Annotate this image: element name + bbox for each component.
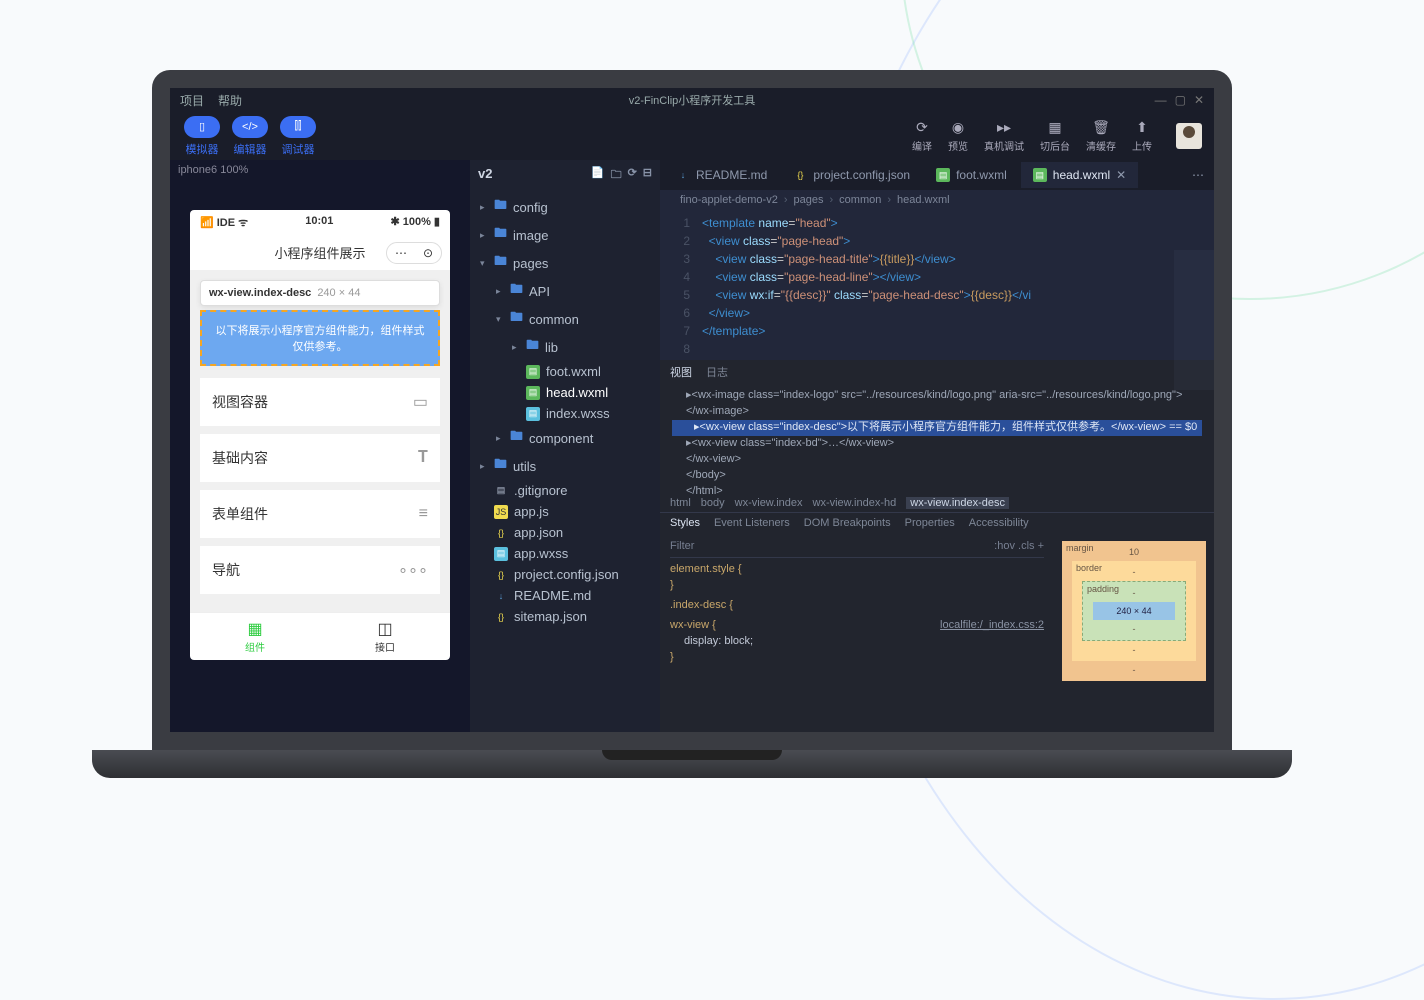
close-tab-icon[interactable]: ✕ — [1116, 168, 1126, 182]
device-indicator[interactable]: iphone6 100% — [170, 160, 470, 180]
selected-element-overlay[interactable]: 以下将展示小程序官方组件能力，组件样式仅供参考。 — [200, 310, 440, 366]
styles-pane[interactable]: Filter :hov .cls + element.style {}.inde… — [660, 533, 1054, 732]
upload-button[interactable]: ⬆上传 — [1132, 119, 1152, 153]
file-node[interactable]: ▤app.wxss — [470, 543, 660, 564]
folder-node[interactable]: ▸🖿config — [470, 193, 660, 221]
file-node[interactable]: JSapp.js — [470, 501, 660, 522]
capsule-buttons[interactable]: ⋯⊙ — [386, 242, 442, 264]
remote-debug-button[interactable]: ▸▸真机调试 — [984, 119, 1024, 153]
simulator-panel: iphone6 100% 📶 IDE ᯤ 10:01 ✱ 100% ▮ 小程序组… — [170, 160, 470, 732]
folder-node[interactable]: ▸🖿image — [470, 221, 660, 249]
subtab[interactable]: Styles — [670, 517, 700, 529]
file-node[interactable]: ▤head.wxml — [470, 382, 660, 403]
editor-toggle[interactable]: </> — [232, 116, 268, 138]
subtab[interactable]: Properties — [905, 517, 955, 529]
phone-tabbar: ▦组件 ◫接口 — [190, 612, 450, 660]
file-node[interactable]: {}project.config.json — [470, 564, 660, 585]
preview-button[interactable]: ◉预览 — [948, 119, 968, 153]
phone-statusbar: 📶 IDE ᯤ 10:01 ✱ 100% ▮ — [190, 210, 450, 235]
editor-panel: ↓README.md{}project.config.json▤foot.wxm… — [660, 160, 1214, 732]
menu-project[interactable]: 项目 — [180, 92, 204, 109]
menubar: 项目 帮助 v2-FinClip小程序开发工具 — ▢ ✕ — [170, 88, 1214, 112]
new-file-icon[interactable]: 📄 — [591, 166, 605, 185]
right-tools: ⟳编译 ◉预览 ▸▸真机调试 ▦切后台 🗑清缓存 ⬆上传 — [912, 119, 1202, 153]
more-icon[interactable]: ⋯ — [387, 243, 415, 263]
box-model: margin10 border- padding- 240 × 44 - - - — [1054, 533, 1214, 732]
tab-overflow-icon[interactable]: ⋯ — [1182, 168, 1214, 182]
file-explorer: v2 📄 🗀 ⟳ ⊟ ▸🖿config▸🖿image▾🖿pages▸🖿API▾🖿… — [470, 160, 660, 732]
new-folder-icon[interactable]: 🗀 — [611, 166, 622, 185]
toolbar: ▯ 模拟器 </> 编辑器 ⫿⫿ 调试器 ⟳编译 ◉预览 ▸▸真机调试 ▦切后台… — [170, 112, 1214, 160]
styles-filter-tools[interactable]: :hov .cls + — [994, 539, 1044, 555]
folder-node[interactable]: ▸🖿component — [470, 424, 660, 452]
editor-tab[interactable]: {}project.config.json — [781, 162, 922, 188]
styles-subtabs: Styles Event Listeners DOM Breakpoints Prop… — [660, 512, 1214, 533]
window-title: v2-FinClip小程序开发工具 — [629, 92, 756, 108]
devtools: 视图 日志 ▸<wx-image class="index-logo" src=… — [660, 360, 1214, 732]
ide-window: 项目 帮助 v2-FinClip小程序开发工具 — ▢ ✕ ▯ 模拟器 </> … — [170, 88, 1214, 732]
simulator-toggle[interactable]: ▯ — [184, 116, 220, 138]
tab-component[interactable]: ▦组件 — [190, 613, 320, 660]
subtab[interactable]: Event Listeners — [714, 517, 790, 529]
close-circle-icon[interactable]: ⊙ — [415, 243, 441, 263]
list-item[interactable]: 视图容器▭ — [200, 378, 440, 426]
devtools-tab-elements[interactable]: 视图 — [670, 364, 692, 380]
editor-tab[interactable]: ↓README.md — [664, 162, 779, 188]
tab-api[interactable]: ◫接口 — [320, 613, 450, 660]
file-node[interactable]: {}sitemap.json — [470, 606, 660, 627]
editor-tab[interactable]: ▤foot.wxml — [924, 162, 1019, 188]
folder-node[interactable]: ▾🖿pages — [470, 249, 660, 277]
debugger-label: 调试器 — [278, 141, 318, 157]
page-title: 小程序组件展示 — [274, 243, 365, 262]
clock: 10:01 — [305, 215, 333, 230]
list-item[interactable]: 导航∘∘∘ — [200, 546, 440, 594]
dom-breadcrumb[interactable]: htmlbodywx-view.indexwx-view.index-hdwx-… — [660, 494, 1214, 512]
file-node[interactable]: ↓README.md — [470, 585, 660, 606]
background-button[interactable]: ▦切后台 — [1040, 119, 1070, 153]
subtab[interactable]: Accessibility — [969, 517, 1029, 529]
editor-label: 编辑器 — [230, 141, 270, 157]
folder-node[interactable]: ▾🖿common — [470, 305, 660, 333]
collapse-icon[interactable]: ⊟ — [643, 166, 652, 185]
file-node[interactable]: {}app.json — [470, 522, 660, 543]
laptop-frame: 项目 帮助 v2-FinClip小程序开发工具 — ▢ ✕ ▯ 模拟器 </> … — [152, 70, 1232, 778]
simulator-label: 模拟器 — [182, 141, 222, 157]
debugger-toggle[interactable]: ⫿⫿ — [280, 116, 316, 138]
subtab[interactable]: DOM Breakpoints — [804, 517, 891, 529]
avatar[interactable] — [1176, 123, 1202, 149]
clear-cache-button[interactable]: 🗑清缓存 — [1086, 119, 1116, 153]
editor-tab[interactable]: ▤head.wxml✕ — [1021, 162, 1138, 188]
refresh-icon[interactable]: ⟳ — [628, 166, 637, 185]
battery-icon: ✱ 100% ▮ — [390, 215, 440, 230]
compile-button[interactable]: ⟳编译 — [912, 119, 932, 153]
camera-dot — [689, 76, 695, 82]
styles-filter-input[interactable]: Filter — [670, 539, 694, 555]
folder-node[interactable]: ▸🖿lib — [470, 333, 660, 361]
list-item[interactable]: 基础内容𝐓 — [200, 434, 440, 482]
minimap[interactable] — [1174, 250, 1214, 390]
phone-preview: 📶 IDE ᯤ 10:01 ✱ 100% ▮ 小程序组件展示 ⋯⊙ wx-vie… — [190, 210, 450, 660]
dom-tree[interactable]: ▸<wx-image class="index-logo" src="../re… — [660, 384, 1214, 494]
explorer-root[interactable]: v2 — [478, 166, 492, 185]
code-editor[interactable]: 1<template name="head">2 <view class="pa… — [660, 210, 1214, 360]
box-content: 240 × 44 — [1093, 602, 1175, 620]
breadcrumb[interactable]: fino-applet-demo-v2›pages›common›head.wx… — [660, 190, 1214, 210]
devtools-tab-console[interactable]: 日志 — [706, 364, 728, 380]
folder-node[interactable]: ▸🖿utils — [470, 452, 660, 480]
inspector-tooltip: wx-view.index-desc240 × 44 — [200, 280, 440, 306]
folder-node[interactable]: ▸🖿API — [470, 277, 660, 305]
close-icon[interactable]: ✕ — [1194, 93, 1204, 107]
editor-tabs: ↓README.md{}project.config.json▤foot.wxm… — [660, 160, 1214, 190]
menu-help[interactable]: 帮助 — [218, 92, 242, 109]
minimize-icon[interactable]: — — [1155, 93, 1167, 107]
signal-icon: 📶 IDE ᯤ — [200, 215, 248, 230]
list-item[interactable]: 表单组件≡ — [200, 490, 440, 538]
file-node[interactable]: ▤.gitignore — [470, 480, 660, 501]
file-node[interactable]: ▤foot.wxml — [470, 361, 660, 382]
file-node[interactable]: ▤index.wxss — [470, 403, 660, 424]
maximize-icon[interactable]: ▢ — [1175, 93, 1186, 107]
